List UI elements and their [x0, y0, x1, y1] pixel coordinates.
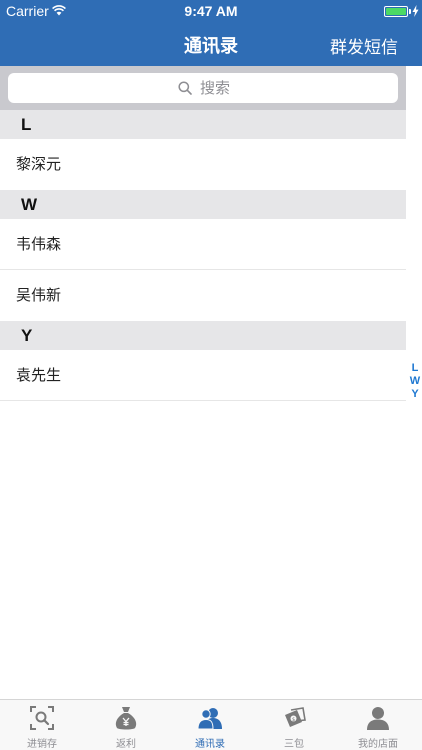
- index-letter-y[interactable]: Y: [408, 388, 422, 401]
- search-input[interactable]: [200, 77, 380, 99]
- nav-header: Carrier 9:47 AM 通讯录 群发短信: [0, 0, 422, 66]
- section-header-w: W: [0, 190, 406, 219]
- index-letter-w[interactable]: W: [408, 375, 422, 388]
- tab-warranty[interactable]: $ 三包: [252, 700, 336, 750]
- contact-list: L 黎深元 W 韦伟森 吴伟新 Y 袁先生: [0, 110, 406, 401]
- status-bar: Carrier 9:47 AM: [0, 0, 422, 22]
- section-header-l: L: [0, 110, 406, 139]
- search-bar: [0, 66, 406, 111]
- tab-label: 返利: [116, 739, 136, 750]
- tab-inventory[interactable]: 进销存: [0, 700, 84, 750]
- tab-label: 我的店面: [358, 739, 398, 750]
- charging-icon: [412, 5, 419, 17]
- tab-contacts[interactable]: 通讯录: [168, 700, 252, 750]
- contact-row[interactable]: 黎深元: [0, 139, 406, 190]
- group-sms-button[interactable]: 群发短信: [330, 33, 398, 58]
- tab-label: 进销存: [27, 739, 57, 750]
- section-index: L W Y: [408, 362, 422, 401]
- search-icon: [178, 81, 192, 95]
- svg-text:$: $: [292, 717, 295, 723]
- section-header-y: Y: [0, 321, 406, 350]
- contact-row[interactable]: 吴伟新: [0, 270, 406, 321]
- user-icon: [367, 707, 389, 730]
- money-bag-icon: [115, 707, 137, 730]
- status-time: 9:47 AM: [184, 3, 238, 19]
- contacts-icon: [198, 708, 222, 730]
- tab-bar: 进销存 返利 通讯录 $ 三包 我的店面: [0, 699, 422, 750]
- tab-label: 通讯录: [195, 739, 225, 750]
- search-box[interactable]: [8, 73, 398, 103]
- tab-rebate[interactable]: 返利: [84, 700, 168, 750]
- tab-my-store[interactable]: 我的店面: [336, 700, 420, 750]
- gift-money-icon: $: [285, 707, 306, 727]
- contact-row[interactable]: 韦伟森: [0, 219, 406, 270]
- tab-label: 三包: [284, 739, 304, 750]
- battery-tip: [409, 9, 411, 14]
- battery-icon: [384, 6, 408, 17]
- contact-row[interactable]: 袁先生: [0, 350, 406, 401]
- index-letter-l[interactable]: L: [408, 362, 422, 375]
- scan-search-icon: [30, 706, 54, 730]
